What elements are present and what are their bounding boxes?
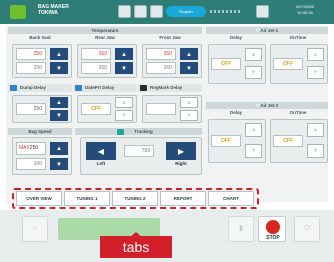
rear-jaw-actual-field: 260 (81, 62, 111, 74)
datepr-delay-up-button[interactable]: ▲ (115, 97, 133, 108)
monitor-icon[interactable] (118, 5, 131, 18)
tracking-left-label: Left (96, 161, 106, 166)
air-jet2-ontime-down-button[interactable]: ▼ (307, 144, 324, 158)
tracking-icon (117, 129, 124, 135)
language-button[interactable]: English (166, 6, 206, 17)
air-jet2-title: Air Jet 2 (260, 103, 279, 108)
air-jet1-ontime-up-button[interactable]: ▲ (307, 48, 324, 61)
app-title: BAG MAKER TOKIWA (38, 4, 98, 16)
home-icon[interactable]: ⌂ (22, 216, 48, 242)
dump-delay-down-button[interactable]: ▼ (50, 110, 68, 121)
dump-delay-bar[interactable]: Dump Delay (8, 84, 72, 92)
temperature-header: Temperature (8, 27, 202, 34)
front-jaw-set-field[interactable]: 260 (146, 48, 176, 60)
back-seal-actual-field: 250 (16, 62, 46, 74)
tab-tuning-1[interactable]: TUNING 1 (64, 191, 110, 206)
air-jet1-delay-label: Delay (229, 35, 242, 40)
dump-delay-label: Dump Delay (20, 85, 47, 90)
tracking-header: Tracking (75, 128, 202, 135)
rear-jaw-set-field[interactable]: 260 (81, 48, 111, 60)
air-jet2-header: ▽ Air Jet 2 (206, 102, 328, 109)
datepr-delay-field[interactable]: OFF (81, 103, 111, 115)
bag-speed-max-prefix: MAX (19, 145, 30, 151)
print-icon[interactable] (256, 5, 269, 18)
air-jet2-ontime-field[interactable]: OFF (273, 135, 303, 147)
front-jaw-down-button[interactable]: ▼ (180, 62, 198, 74)
tab-tuning-2[interactable]: TUNING 2 (112, 191, 158, 206)
app-title-line2: TOKIWA (38, 10, 58, 16)
start-button[interactable]: ⏻ (294, 216, 320, 242)
datepr-delay-bar[interactable]: DatePrt Delay (73, 84, 137, 92)
air-jet1-ontime-label: OnTime (289, 35, 307, 40)
rear-jaw-down-button[interactable]: ▼ (115, 62, 133, 74)
rear-jaw-up-button[interactable]: ▲ (115, 48, 133, 60)
col-front-jaw: Front Jaw (159, 35, 181, 40)
tracking-right-button[interactable]: ▶ (166, 142, 196, 160)
bag-speed-header: Bag Speed (8, 128, 72, 135)
bag-speed-down-button[interactable]: ▼ (50, 158, 68, 170)
tab-chart[interactable]: CHART (208, 191, 254, 206)
app-logo-icon (10, 5, 26, 19)
reset-button[interactable]: ▮ (228, 216, 254, 242)
air-jet2-ontime-label: OnTime (289, 110, 307, 115)
bag-speed-up-button[interactable]: ▲ (50, 142, 68, 155)
status-indicator (210, 10, 240, 13)
dump-delay-field[interactable]: 250 (16, 103, 46, 115)
air-jet2-delay-label: Delay (229, 110, 242, 115)
regmark-delay-up-button[interactable]: ▲ (180, 97, 198, 108)
bag-speed-max-field[interactable]: MAX250 (16, 142, 46, 155)
clock: 9/27/2006 10:00:24 (280, 4, 330, 16)
regmark-delay-bar[interactable]: RegMark Delay (138, 84, 202, 92)
regmark-delay-field[interactable] (146, 103, 176, 115)
col-rear-jaw: Rear Jaw (95, 35, 115, 40)
bag-speed-max-value: 250 (29, 145, 39, 151)
back-seal-down-button[interactable]: ▼ (50, 62, 68, 74)
dump-delay-up-button[interactable]: ▲ (50, 97, 68, 108)
air-jet2-delay-field[interactable]: OFF (211, 135, 241, 147)
air-jet1-ontime-down-button[interactable]: ▼ (307, 66, 324, 79)
air-jet2-delay-down-button[interactable]: ▼ (245, 144, 262, 158)
tabs-callout-label: tabs (100, 236, 172, 258)
regmark-delay-label: RegMark Delay (150, 85, 183, 90)
back-seal-up-button[interactable]: ▲ (50, 48, 68, 60)
tracking-label: Tracking (134, 129, 153, 134)
regmark-delay-icon (140, 85, 147, 91)
front-jaw-up-button[interactable]: ▲ (180, 48, 198, 60)
tracking-left-button[interactable]: ◀ (86, 142, 116, 160)
tracking-right-label: Right (175, 161, 187, 166)
front-jaw-actual-field: 260 (146, 62, 176, 74)
datepr-delay-icon (75, 85, 82, 91)
air-jet1-header: ▽ Air Jet 1 (206, 27, 328, 34)
air-jet2-delay-up-button[interactable]: ▲ (245, 123, 262, 137)
dump-delay-icon (10, 85, 17, 91)
clock-time: 10:00:24 (297, 10, 313, 15)
datepr-delay-down-button[interactable]: ▼ (115, 110, 133, 121)
back-seal-set-field[interactable]: 250 (16, 48, 46, 60)
air-jet1-delay-down-button[interactable]: ▼ (245, 66, 262, 79)
stop-icon (266, 220, 280, 234)
air-jet1-delay-field[interactable]: OFF (211, 58, 241, 70)
tracking-value-field: 799 (124, 145, 154, 157)
user-icon[interactable] (150, 5, 163, 18)
datepr-delay-label: DatePrt Delay (85, 85, 115, 90)
tab-report[interactable]: REPORT (160, 191, 206, 206)
stop-button[interactable]: STOP (258, 216, 286, 242)
col-back-seal: Back Seal (29, 35, 51, 40)
regmark-delay-down-button[interactable]: ▼ (180, 110, 198, 121)
alert-icon[interactable] (134, 5, 147, 18)
stop-label: STOP (266, 235, 280, 241)
air-jet2-ontime-up-button[interactable]: ▲ (307, 123, 324, 137)
tab-overview[interactable]: OVER VIEW (16, 191, 62, 206)
air-jet1-title: Air Jet 1 (260, 28, 279, 33)
air-jet1-ontime-field[interactable]: OFF (273, 58, 303, 70)
air-jet1-delay-up-button[interactable]: ▲ (245, 48, 262, 61)
bag-speed-actual-field: 100 (16, 158, 46, 170)
